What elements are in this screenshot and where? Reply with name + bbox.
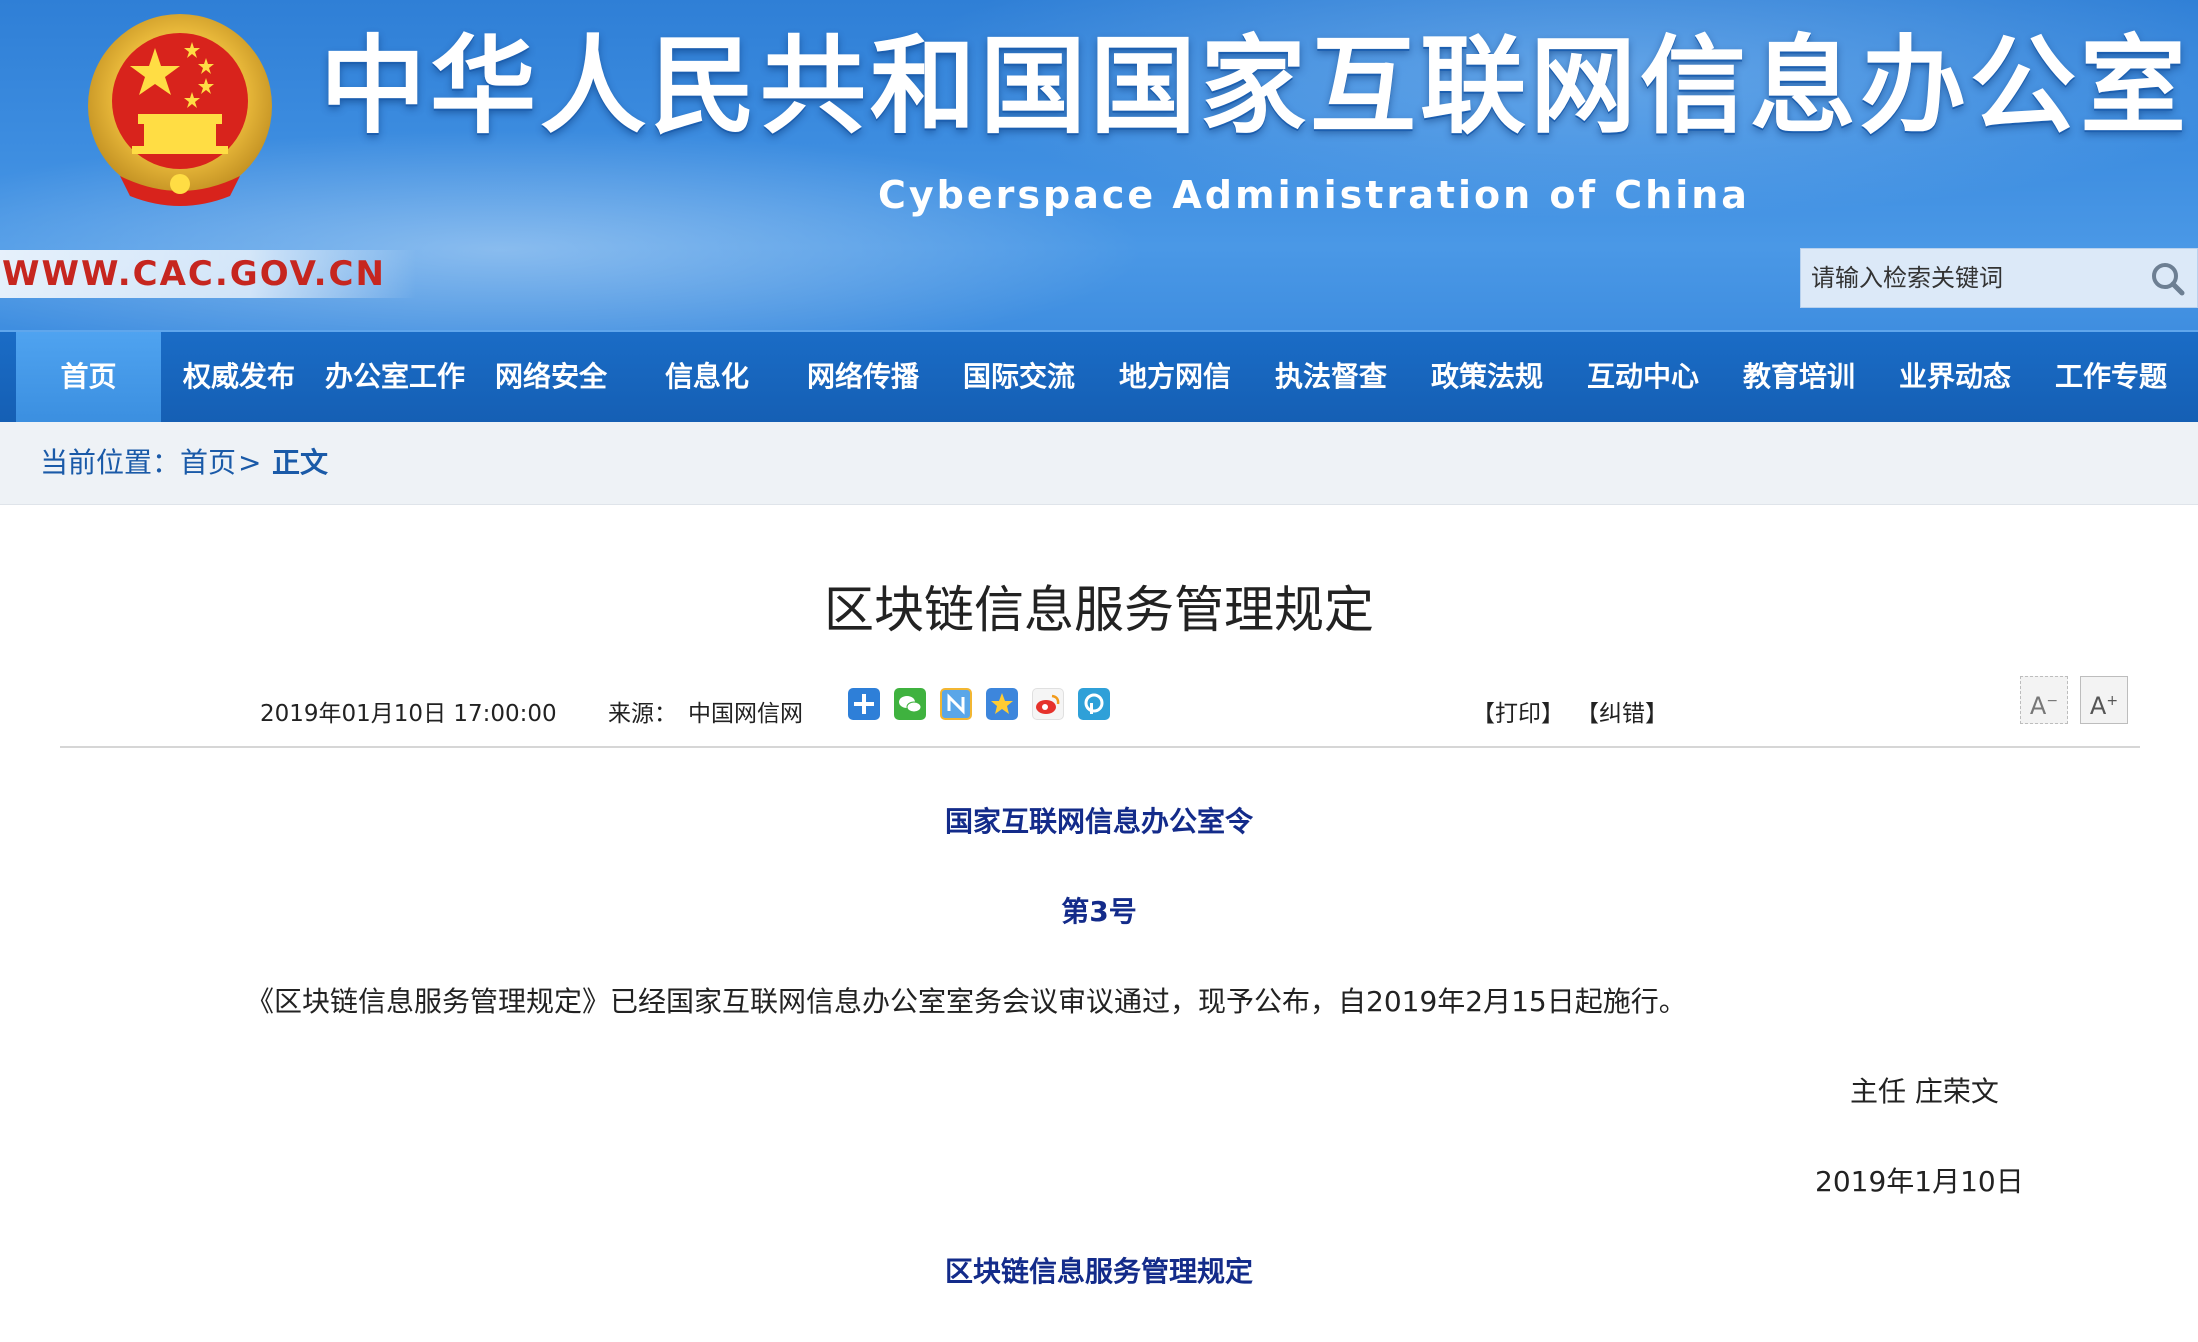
- print-link[interactable]: 【打印】: [1472, 694, 1564, 728]
- body-paragraph: 《区块链信息服务管理规定》已经国家互联网信息办公室室务会议审议通过，现予公布，自…: [246, 985, 1687, 1018]
- nav-item-education-training[interactable]: 教育培训: [1721, 332, 1877, 422]
- nav-item-industry-news[interactable]: 业界动态: [1877, 332, 2033, 422]
- article-date: 2019年01月10日 17:00:00: [260, 701, 557, 727]
- newsfeed-icon[interactable]: [940, 688, 972, 720]
- font-smaller-label: A: [2029, 692, 2047, 720]
- font-smaller-button[interactable]: A−: [2020, 676, 2068, 724]
- source-label: 来源：: [608, 701, 677, 727]
- nav-item-policies-regulations[interactable]: 政策法规: [1409, 332, 1565, 422]
- site-url[interactable]: WWW.CAC.GOV.CN: [0, 250, 416, 298]
- nav-item-home[interactable]: 首页: [16, 332, 161, 422]
- font-larger-button[interactable]: A+: [2080, 676, 2128, 724]
- main-nav: 首页 权威发布 办公室工作 网络安全 信息化 网络传播 国际交流 地方网信 执法…: [0, 330, 2198, 422]
- sign-date: 2019年1月10日: [1815, 1165, 2024, 1198]
- nav-item-local-cac[interactable]: 地方网信: [1097, 332, 1253, 422]
- search-button[interactable]: [2137, 249, 2197, 307]
- search-icon: [2152, 263, 2185, 296]
- signature: 主任 庄荣文: [1850, 1075, 1999, 1108]
- search-box: [1800, 248, 2198, 308]
- nav-item-cyber-security[interactable]: 网络安全: [473, 332, 629, 422]
- breadcrumb-prefix: 当前位置：: [40, 446, 181, 479]
- error-report-link[interactable]: 【纠错】: [1576, 694, 1668, 728]
- breadcrumb-separator: >: [238, 446, 262, 479]
- meta-divider: [60, 746, 2140, 748]
- nav-item-informatization[interactable]: 信息化: [629, 332, 785, 422]
- order-number: 第3号: [1061, 895, 1137, 928]
- source-name: 中国网信网: [688, 701, 803, 727]
- nav-item-authoritative-release[interactable]: 权威发布: [161, 332, 317, 422]
- nav-item-network-communication[interactable]: 网络传播: [785, 332, 941, 422]
- article-title: 区块链信息服务管理规定: [824, 581, 1374, 639]
- qzone-icon[interactable]: [986, 688, 1018, 720]
- site-subtitle: Cyberspace Administration of China: [878, 173, 1750, 217]
- nav-item-work-topics[interactable]: 工作专题: [2033, 332, 2189, 422]
- wechat-icon[interactable]: [894, 688, 926, 720]
- breadcrumb-current: 正文: [272, 446, 329, 479]
- add-share-icon[interactable]: [848, 688, 880, 720]
- search-input[interactable]: [1801, 249, 2131, 307]
- breadcrumb-home-link[interactable]: 首页: [180, 422, 236, 504]
- weibo-icon[interactable]: [1032, 688, 1064, 720]
- national-emblem-icon: [88, 14, 272, 206]
- site-header: 中华人民共和国国家互联网信息办公室 Cyberspace Administrat…: [0, 0, 2198, 330]
- site-title: 中华人民共和国国家互联网信息办公室: [320, 25, 2190, 148]
- nav-item-law-enforcement[interactable]: 执法督查: [1253, 332, 1409, 422]
- breadcrumb: 当前位置： 首页 > 正文: [0, 422, 2198, 505]
- order-title: 国家互联网信息办公室令: [944, 805, 1253, 838]
- regulation-subheading: 区块链信息服务管理规定: [944, 1255, 1253, 1288]
- nav-item-interaction-center[interactable]: 互动中心: [1565, 332, 1721, 422]
- font-larger-label: A: [2089, 692, 2107, 720]
- nav-item-international-exchange[interactable]: 国际交流: [941, 332, 1097, 422]
- other-share-icon[interactable]: [1078, 688, 1110, 720]
- nav-item-office-work[interactable]: 办公室工作: [317, 332, 473, 422]
